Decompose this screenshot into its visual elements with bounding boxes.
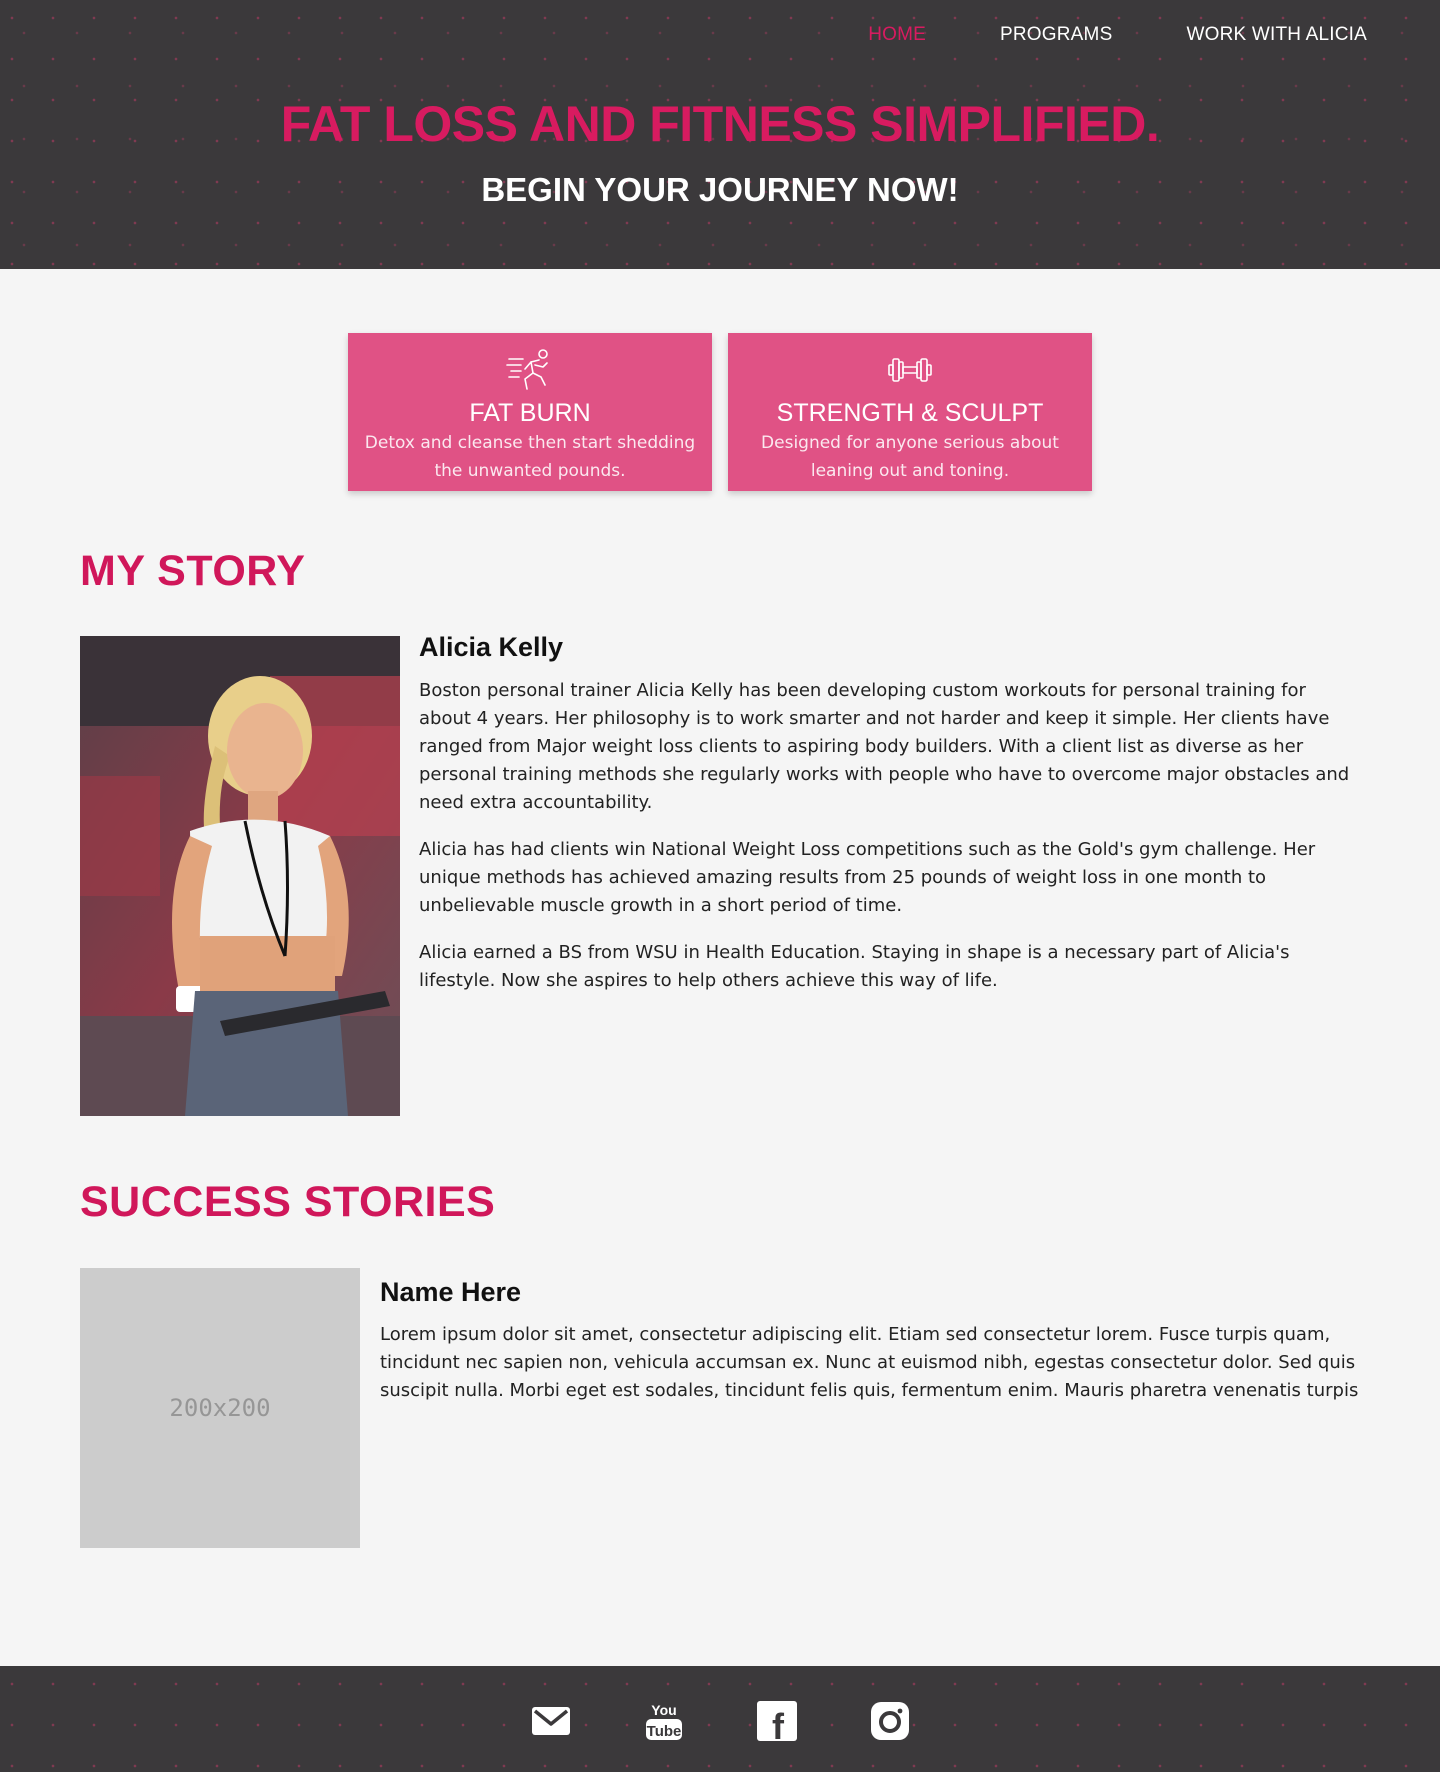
trainer-name: Alicia Kelly xyxy=(419,632,564,662)
program-card-strength-sculpt[interactable]: STRENGTH & SCULPT Designed for anyone se… xyxy=(728,333,1092,491)
trainer-photo-image xyxy=(80,636,400,1116)
email-icon xyxy=(532,1707,570,1735)
testimonial-text: Lorem ipsum dolor sit amet, consectetur … xyxy=(380,1324,1359,1401)
main-nav: HOME PROGRAMS WORK WITH ALICIA xyxy=(868,22,1367,48)
program-description: Designed for anyone serious about leanin… xyxy=(761,433,1059,481)
dumbbell-icon xyxy=(888,358,932,382)
hero-header: HOME PROGRAMS WORK WITH ALICIA FAT LOSS … xyxy=(0,0,1440,269)
bio-paragraph: Alicia has had clients win National Weig… xyxy=(419,839,1316,916)
facebook-glyph: f xyxy=(772,1706,785,1742)
youtube-text-top: You xyxy=(651,1702,676,1718)
testimonial-image-placeholder: 200x200 xyxy=(80,1268,360,1548)
program-title: FAT BURN xyxy=(469,399,591,427)
hero-title: FAT LOSS AND FITNESS SIMPLIFIED. xyxy=(280,96,1160,152)
trainer-bio: Boston personal trainer Alicia Kelly has… xyxy=(419,677,1359,1014)
my-story-heading: MY STORY xyxy=(80,547,306,595)
facebook-link[interactable]: f xyxy=(756,1700,798,1747)
trainer-photo xyxy=(80,636,400,1116)
hero-subtitle: BEGIN YOUR JOURNEY NOW! xyxy=(481,171,959,208)
site-footer: You Tube f xyxy=(0,1666,1440,1772)
youtube-link[interactable]: You Tube xyxy=(643,1700,685,1742)
instagram-link[interactable] xyxy=(869,1700,911,1742)
program-card-fat-burn[interactable]: FAT BURN Detox and cleanse then start sh… xyxy=(348,333,712,491)
facebook-icon: f xyxy=(757,1701,797,1747)
nav-item-home[interactable]: HOME xyxy=(868,22,926,48)
running-person-icon xyxy=(506,349,548,390)
nav-item-programs[interactable]: PROGRAMS xyxy=(1000,22,1112,48)
success-stories-heading: SUCCESS STORIES xyxy=(80,1178,496,1226)
bio-paragraph: Alicia earned a BS from WSU in Health Ed… xyxy=(419,942,1290,991)
testimonial-name: Name Here xyxy=(380,1277,522,1307)
nav-item-work-with-alicia[interactable]: WORK WITH ALICIA xyxy=(1186,22,1367,48)
email-link[interactable] xyxy=(530,1700,572,1742)
youtube-icon: You Tube xyxy=(646,1702,682,1740)
social-links: You Tube f xyxy=(530,1700,911,1747)
program-description: Detox and cleanse then start shedding th… xyxy=(364,433,696,481)
youtube-text-bottom: Tube xyxy=(647,1723,682,1740)
program-title: STRENGTH & SCULPT xyxy=(776,399,1044,427)
instagram-icon xyxy=(871,1702,909,1740)
bio-paragraph: Boston personal trainer Alicia Kelly has… xyxy=(419,680,1350,813)
placeholder-label: 200x200 xyxy=(169,1394,271,1422)
